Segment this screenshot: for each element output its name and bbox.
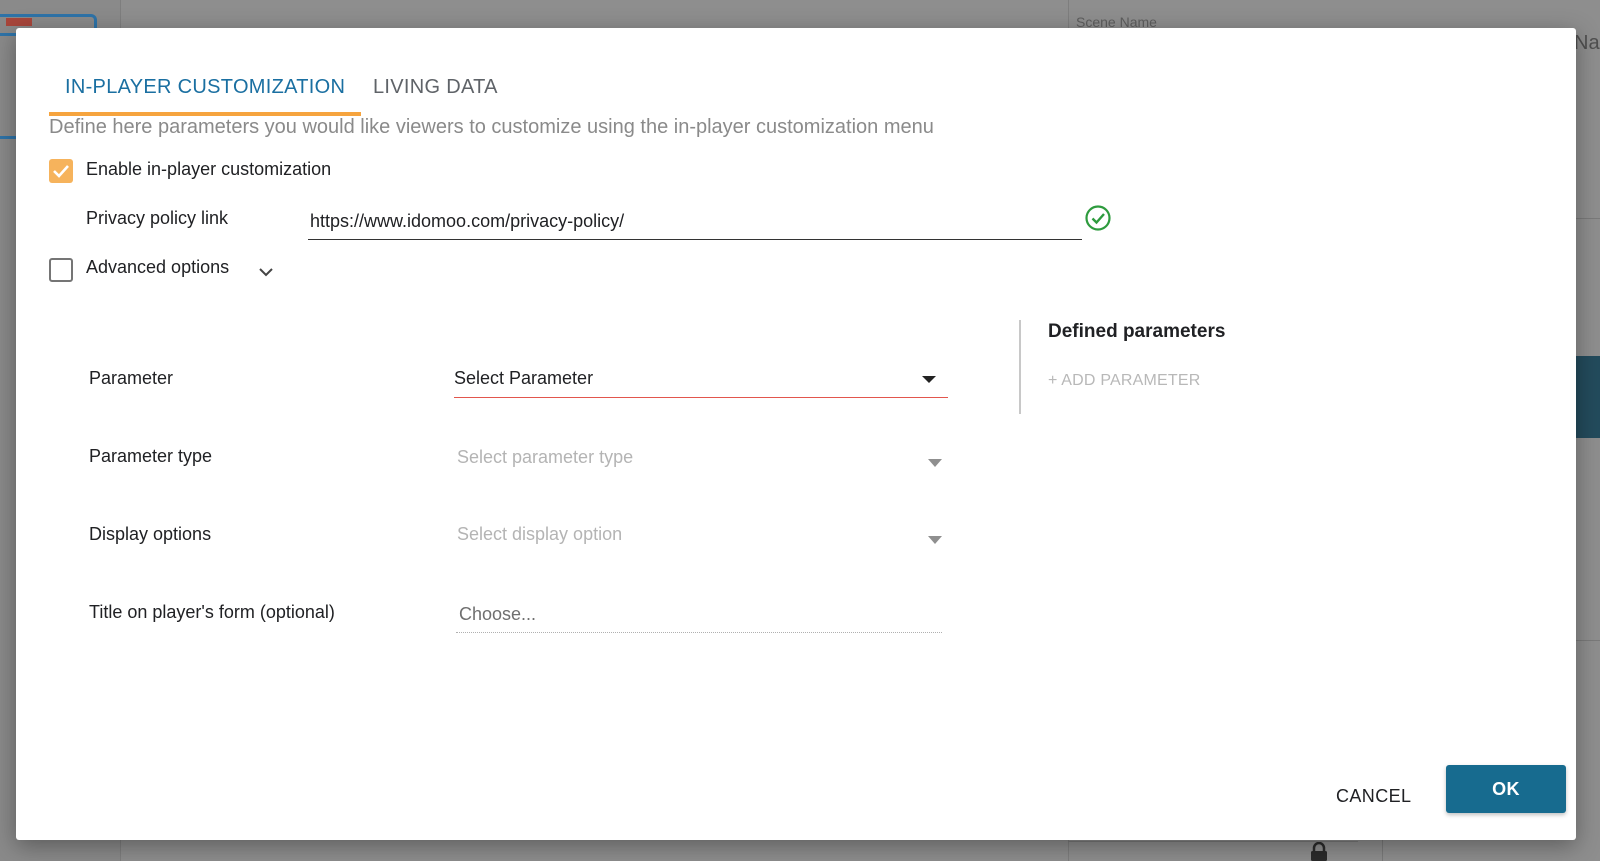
defined-parameters-title: Defined parameters [1048, 321, 1226, 342]
privacy-policy-input[interactable] [308, 203, 1082, 240]
privacy-policy-label: Privacy policy link [86, 208, 229, 228]
background-divider [1574, 640, 1600, 641]
background-left-accent [0, 136, 16, 139]
form-title-input[interactable] [456, 596, 942, 633]
enable-customization-checkbox[interactable] [49, 159, 73, 183]
enable-customization-label: Enable in-player customization [86, 159, 332, 179]
background-divider [1382, 838, 1383, 861]
display-options-select[interactable]: Select display option [454, 518, 948, 554]
display-options-label: Display options [89, 524, 212, 544]
dropdown-arrow-icon [928, 536, 942, 544]
dialog-description: Define here parameters you would like vi… [49, 116, 934, 138]
dropdown-arrow-icon [928, 459, 942, 467]
background-divider [1574, 218, 1600, 219]
parameter-type-placeholder: Select parameter type [457, 447, 634, 467]
background-partial-label: Na [1574, 32, 1600, 54]
tab-living-data[interactable]: LIVING DATA [357, 74, 514, 114]
vertical-divider [1019, 320, 1021, 414]
form-title-label: Title on player's form (optional) [89, 602, 335, 622]
checkmark-icon [53, 165, 69, 178]
ok-button[interactable]: OK [1446, 765, 1566, 813]
customization-dialog: IN-PLAYER CUSTOMIZATION LIVING DATA Defi… [16, 28, 1576, 840]
tab-in-player-customization[interactable]: IN-PLAYER CUSTOMIZATION [49, 74, 362, 116]
lock-icon [1311, 842, 1327, 861]
parameter-select-value: Select Parameter [454, 368, 594, 388]
advanced-options-label: Advanced options [86, 257, 230, 277]
add-parameter-button[interactable]: + ADD PARAMETER [1048, 372, 1201, 390]
dropdown-arrow-icon [922, 376, 936, 383]
cancel-button[interactable]: CANCEL [1326, 778, 1421, 814]
display-options-placeholder: Select display option [457, 524, 623, 544]
background-left-chip-flag [6, 18, 32, 26]
parameter-type-select[interactable]: Select parameter type [454, 441, 948, 477]
chevron-down-icon[interactable] [256, 264, 276, 280]
advanced-options-checkbox[interactable] [49, 258, 73, 282]
parameter-label: Parameter [89, 368, 174, 388]
check-circle-icon [1085, 205, 1111, 231]
parameter-select[interactable]: Select Parameter [454, 362, 948, 398]
parameter-type-label: Parameter type [89, 446, 213, 466]
